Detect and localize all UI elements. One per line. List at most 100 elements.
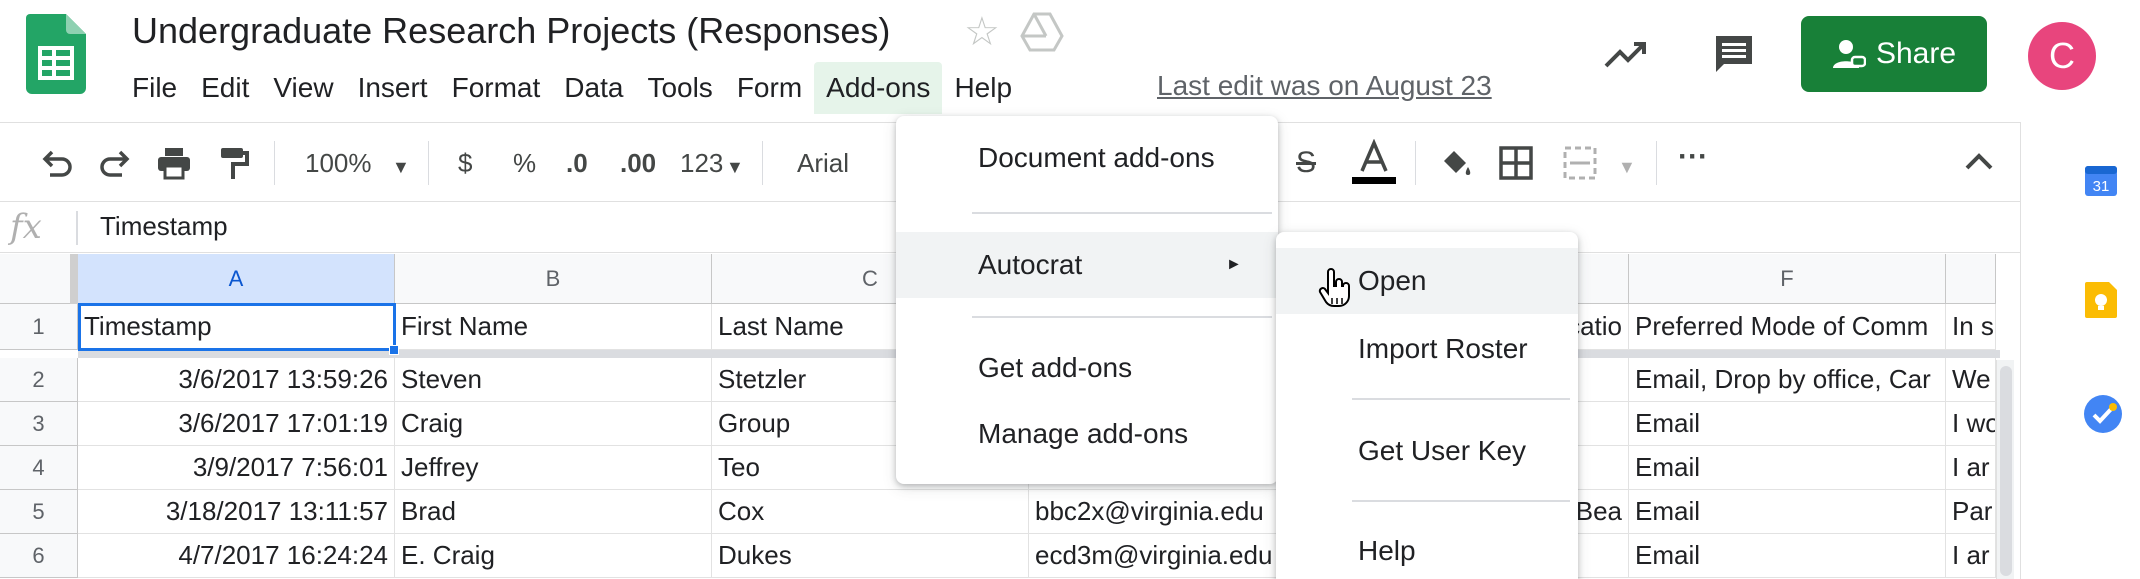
print-icon[interactable]: [156, 145, 192, 181]
addons-dropdown-menu: Document add-ons Autocrat ► Get add-ons …: [896, 116, 1278, 484]
text-color-icon[interactable]: [1350, 139, 1398, 187]
table-cell[interactable]: Preferred Mode of Comm: [1629, 304, 1946, 350]
font-select[interactable]: Arial: [797, 143, 849, 183]
table-cell[interactable]: bbc2x@virginia.edu: [1029, 490, 1289, 534]
zoom-select[interactable]: 100%: [305, 143, 372, 183]
table-cell[interactable]: Craig: [395, 402, 712, 446]
menu-item-document-addons[interactable]: Document add-ons: [896, 134, 1278, 182]
fill-color-icon[interactable]: [1438, 145, 1474, 181]
sheets-logo-icon[interactable]: [26, 14, 86, 94]
select-all-corner[interactable]: [0, 254, 78, 304]
table-cell[interactable]: Timestamp: [78, 304, 395, 350]
merge-chevron-down-icon[interactable]: ▼: [1618, 147, 1636, 187]
table-cell[interactable]: 3/6/2017 17:01:19: [78, 402, 395, 446]
table-cell[interactable]: In s: [1946, 304, 1996, 350]
table-cell[interactable]: Email, Drop by office, Car: [1629, 358, 1946, 402]
row-header[interactable]: 2: [0, 358, 78, 402]
row-header[interactable]: 4: [0, 446, 78, 490]
table-cell[interactable]: 3/9/2017 7:56:01: [78, 446, 395, 490]
document-title[interactable]: Undergraduate Research Projects (Respons…: [132, 10, 890, 52]
menu-item-get-user-key[interactable]: Get User Key: [1276, 426, 1578, 476]
table-cell[interactable]: Email: [1629, 490, 1946, 534]
merge-cells-icon[interactable]: [1562, 145, 1598, 181]
last-edit-link[interactable]: Last edit was on August 23: [1157, 70, 1492, 102]
row-header[interactable]: 3: [0, 402, 78, 446]
menu-item-manage-addons[interactable]: Manage add-ons: [896, 410, 1278, 458]
menu-form[interactable]: Form: [725, 62, 814, 114]
collapse-chevron-up-icon[interactable]: [1964, 151, 1994, 171]
borders-icon[interactable]: [1498, 145, 1534, 181]
menu-addons[interactable]: Add-ons: [814, 62, 943, 114]
vertical-scrollbar[interactable]: [1996, 360, 2014, 579]
more-options-icon[interactable]: ···: [1678, 137, 1708, 177]
menu-item-help[interactable]: Help: [1276, 526, 1578, 576]
column-header-g[interactable]: [1946, 254, 1996, 304]
strikethrough-icon[interactable]: S: [1296, 143, 1316, 183]
table-cell[interactable]: Par: [1946, 490, 1996, 534]
more-formats-button[interactable]: 123: [680, 143, 723, 183]
calendar-icon[interactable]: 31: [2083, 162, 2119, 198]
column-header-f[interactable]: F: [1629, 254, 1946, 304]
fill-handle[interactable]: [389, 345, 399, 355]
table-cell[interactable]: 4/7/2017 16:24:24: [78, 534, 395, 578]
decrease-decimal-button[interactable]: .0: [566, 143, 588, 183]
keep-icon[interactable]: [2083, 280, 2119, 320]
share-label: Share: [1875, 37, 1957, 70]
table-cell[interactable]: E. Craig: [395, 534, 712, 578]
autocrat-label: Autocrat: [978, 249, 1083, 280]
column-header-a[interactable]: A: [78, 254, 395, 304]
increase-decimal-button[interactable]: .00: [620, 143, 656, 183]
tasks-icon[interactable]: [2083, 394, 2123, 434]
format-percent-button[interactable]: %: [513, 143, 536, 183]
table-cell[interactable]: Jeffrey: [395, 446, 712, 490]
table-cell[interactable]: 3/6/2017 13:59:26: [78, 358, 395, 402]
menu-file[interactable]: File: [120, 62, 189, 114]
scrollbar-thumb[interactable]: [2000, 366, 2012, 576]
activity-trend-icon[interactable]: [1604, 34, 1650, 74]
table-cell[interactable]: Cox: [712, 490, 1029, 534]
row-header[interactable]: 6: [0, 534, 78, 578]
menu-insert[interactable]: Insert: [346, 62, 440, 114]
user-avatar[interactable]: C: [2028, 22, 2096, 90]
star-icon[interactable]: ☆: [964, 12, 1000, 52]
redo-icon[interactable]: [98, 145, 134, 181]
fx-icon: fx: [10, 207, 42, 247]
share-button[interactable]: Share: [1801, 16, 1987, 92]
table-cell[interactable]: Steven: [395, 358, 712, 402]
menu-help[interactable]: Help: [942, 62, 1024, 114]
calendar-day-label: 31: [2093, 178, 2110, 195]
paint-format-icon[interactable]: [218, 145, 250, 181]
menu-format[interactable]: Format: [440, 62, 553, 114]
format-currency-button[interactable]: $: [458, 143, 472, 183]
menu-item-import-roster[interactable]: Import Roster: [1276, 324, 1578, 374]
table-cell[interactable]: I ar: [1946, 446, 1996, 490]
table-cell[interactable]: ecd3m@virginia.edu: [1029, 534, 1289, 578]
column-header-b[interactable]: B: [395, 254, 712, 304]
table-cell[interactable]: I ar: [1946, 534, 1996, 578]
zoom-chevron-down-icon[interactable]: ▼: [392, 147, 410, 187]
menu-item-autocrat[interactable]: Autocrat ►: [896, 232, 1278, 298]
more-formats-chevron-icon[interactable]: ▼: [726, 147, 744, 187]
move-to-drive-icon[interactable]: [1020, 12, 1064, 52]
table-cell[interactable]: First Name: [395, 304, 712, 350]
menu-view[interactable]: View: [261, 62, 345, 114]
menu-edit[interactable]: Edit: [189, 62, 261, 114]
table-cell[interactable]: Email: [1629, 446, 1946, 490]
menu-item-get-addons[interactable]: Get add-ons: [896, 344, 1278, 392]
menu-tools[interactable]: Tools: [635, 62, 724, 114]
menu-data[interactable]: Data: [552, 62, 635, 114]
undo-icon[interactable]: [38, 145, 74, 181]
table-cell[interactable]: Email: [1629, 402, 1946, 446]
row-header[interactable]: 1: [0, 304, 78, 350]
comment-icon[interactable]: [1712, 32, 1756, 76]
side-panel: 31: [2020, 122, 2140, 579]
row-header[interactable]: 5: [0, 490, 78, 534]
table-cell[interactable]: I wo: [1946, 402, 1996, 446]
table-cell[interactable]: Email: [1629, 534, 1946, 578]
table-cell[interactable]: Brad: [395, 490, 712, 534]
formula-input[interactable]: Timestamp: [100, 211, 228, 242]
table-cell[interactable]: 3/18/2017 13:11:57: [78, 490, 395, 534]
table-cell[interactable]: Dukes: [712, 534, 1029, 578]
menu-bar: File Edit View Insert Format Data Tools …: [120, 62, 1024, 114]
table-cell[interactable]: We: [1946, 358, 1996, 402]
